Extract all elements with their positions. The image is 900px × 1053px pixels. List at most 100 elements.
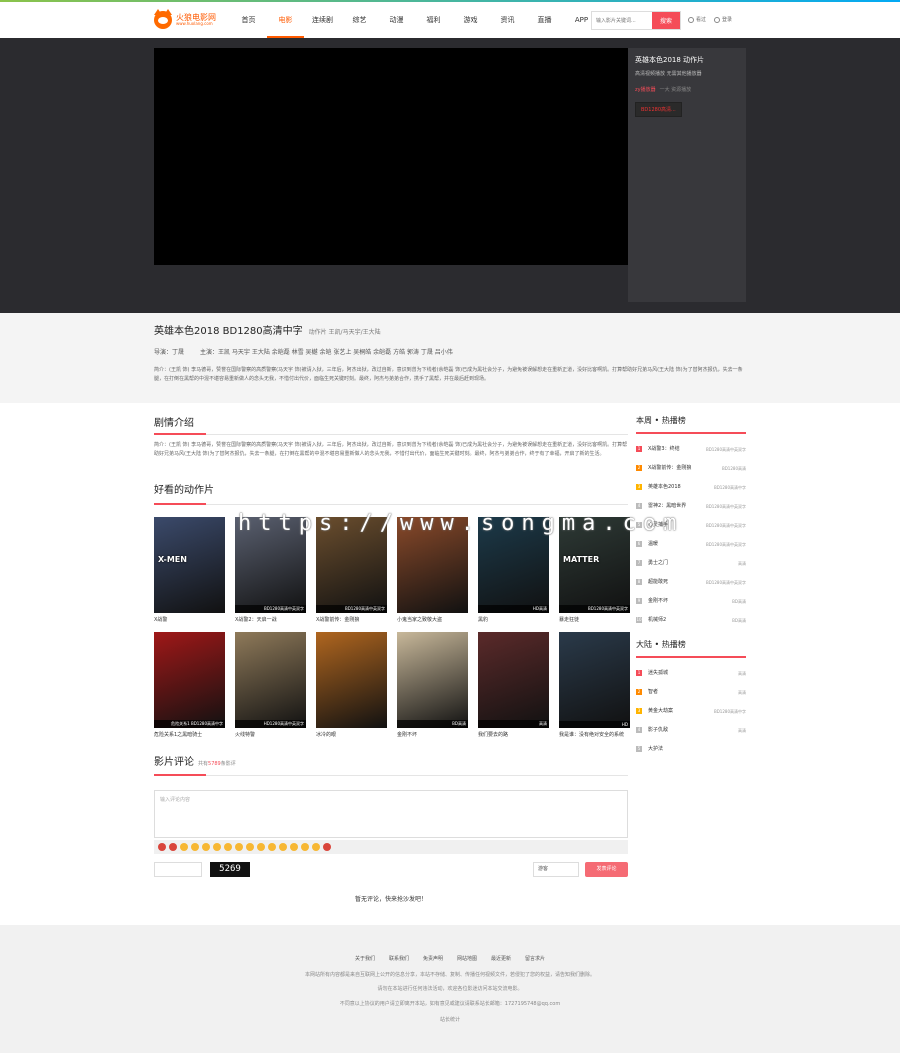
submit-comment-button[interactable]: 发表评论 [585,862,628,877]
rank-item[interactable]: 9 金刚不坏 BD高清 [636,592,746,611]
rank-title[interactable]: 超能敢死 [648,573,706,592]
rank-item[interactable]: 2 智者 高清 [636,683,746,702]
footer-link[interactable]: 联系我们 [389,956,409,962]
rank-title[interactable]: 金刚不坏 [648,592,732,611]
movie-name[interactable]: 危险关系1之黑暗骑士 [154,731,225,738]
rank-item[interactable]: 3 黄金大劫案 BD1280高清中字 [636,702,746,721]
rank-item[interactable]: 5 大护法 [636,740,746,759]
rank-title[interactable]: 英雄本色2018 [648,478,714,497]
movie-name[interactable]: 火线特警 [235,731,306,738]
nav-news[interactable]: 资讯 [489,2,526,38]
emoji-icon[interactable] [312,843,320,851]
rank-item[interactable]: 5 心灵捕手 BD1280高清中英双字 [636,516,746,535]
captcha-image[interactable]: 5269 [210,862,250,877]
nav-variety[interactable]: 综艺 [341,2,378,38]
rank-title[interactable]: X战警前传：金刚狼 [648,459,722,478]
emoji-icon[interactable] [290,843,298,851]
movie-name[interactable]: 金刚不坏 [397,731,468,738]
movie-name[interactable]: 小鬼当家之致敬大盗 [397,616,468,623]
rank-item[interactable]: 10 机械师2 BD高清 [636,611,746,630]
rank-item[interactable]: 2 X战警前传：金刚狼 BD1280高清 [636,459,746,478]
movie-poster[interactable]: 高清 [478,632,549,728]
rank-title[interactable]: 大护法 [648,740,746,759]
emoji-icon[interactable] [202,843,210,851]
emoji-icon[interactable] [257,843,265,851]
footer-link[interactable]: 最近更新 [491,956,511,962]
search-input[interactable] [592,12,652,29]
history-link[interactable]: 看过 [688,16,706,23]
rank-title[interactable]: 影子仇敌 [648,721,738,740]
rank-item[interactable]: 4 雷神2：黑暗世界 BD1280高清中英双字 [636,497,746,516]
movie-poster[interactable]: HD1280高清中英双字 [235,632,306,728]
emoji-icon[interactable] [279,843,287,851]
emoji-icon[interactable] [169,843,177,851]
guest-name-field[interactable]: 游客 [533,862,579,877]
rank-item[interactable]: 1 X战警3：终结 BD1280高清中英双字 [636,440,746,459]
site-logo[interactable]: 火狼电影网 www.huolang.com [154,9,216,29]
movie-poster[interactable]: X-MEN [154,517,225,613]
nav-live[interactable]: 直播 [526,2,563,38]
nav-home[interactable]: 首页 [230,2,267,38]
emoji-icon[interactable] [268,843,276,851]
rank-item[interactable]: 4 影子仇敌 高清 [636,721,746,740]
movie-name[interactable]: X战警2：天启一战 [235,616,306,623]
footer-link[interactable]: 关于我们 [355,956,375,962]
rank-title[interactable]: 雷神2：黑暗世界 [648,497,706,516]
emoji-icon[interactable] [180,843,188,851]
rank-title[interactable]: 黄金大劫案 [648,702,714,721]
movie-poster[interactable]: BD高清 [397,632,468,728]
emoji-icon[interactable] [191,843,199,851]
episode-button[interactable]: BD1280高清... [635,102,682,117]
movie-card[interactable]: 冰冷的眼 [316,632,387,747]
movie-name[interactable]: 暴走狂徒 [559,616,630,623]
emoji-icon[interactable] [213,843,221,851]
movie-card[interactable]: HD 我是谁：没有绝对安全的系统 [559,632,630,747]
rank-title[interactable]: X战警3：终结 [648,440,706,459]
movie-name[interactable]: X战警 [154,616,225,623]
emoji-icon[interactable] [158,843,166,851]
nav-movies[interactable]: 电影 [267,2,304,38]
footer-link[interactable]: 免责声明 [423,956,443,962]
movie-poster[interactable]: HD [559,632,630,728]
nav-games[interactable]: 游戏 [452,2,489,38]
login-link[interactable]: 登录 [714,16,732,23]
rank-title[interactable]: 勇士之门 [648,554,738,573]
movie-card[interactable]: X-MEN X战警 [154,517,225,632]
movie-name[interactable]: 黑豹 [478,616,549,623]
rank-item[interactable]: 6 温暖 BD1280高清中英双字 [636,535,746,554]
nav-series[interactable]: 连续剧 [304,2,341,38]
footer-link[interactable]: 留言求片 [525,956,545,962]
rank-title[interactable]: 温暖 [648,535,706,554]
comment-textarea[interactable]: 输入评论内容 [154,790,628,838]
movie-card[interactable]: 高清 我们要去的路 [478,632,549,747]
movie-poster[interactable]: 危险关系1 BD1280高清中字 [154,632,225,728]
captcha-input[interactable] [154,862,202,877]
video-player[interactable] [154,48,628,265]
rank-item[interactable]: 3 英雄本色2018 BD1280高清中字 [636,478,746,497]
emoji-icon[interactable] [246,843,254,851]
rank-title[interactable]: 心灵捕手 [648,516,706,535]
rank-item[interactable]: 8 超能敢死 BD1280高清中英双字 [636,573,746,592]
emoji-icon[interactable] [235,843,243,851]
movie-poster[interactable] [316,632,387,728]
movie-card[interactable]: BD高清金刚不坏 [397,632,468,747]
movie-name[interactable]: X战警前传：金刚狼 [316,616,387,623]
search-button[interactable]: 搜索 [652,12,680,29]
emoji-icon[interactable] [323,843,331,851]
rank-title[interactable]: 智者 [648,683,738,702]
movie-name[interactable]: 我是谁：没有绝对安全的系统 [559,731,630,738]
movie-name[interactable]: 冰冷的眼 [316,731,387,738]
movie-name[interactable]: 我们要去的路 [478,731,549,738]
rank-title[interactable]: 机械师2 [648,611,732,630]
rank-item[interactable]: 7 勇士之门 高清 [636,554,746,573]
play-source[interactable]: zy播放器 一大 资源播放 [635,86,739,93]
movie-card[interactable]: HD1280高清中英双字火线特警 [235,632,306,747]
rank-title[interactable]: 迷失孤城 [648,664,738,683]
movie-card[interactable]: 危险关系1 BD1280高清中字危险关系1之黑暗骑士 [154,632,225,747]
rank-item[interactable]: 1 迷失孤城 高清 [636,664,746,683]
nav-welfare[interactable]: 福利 [415,2,452,38]
footer-link[interactable]: 网站地图 [457,956,477,962]
emoji-icon[interactable] [224,843,232,851]
emoji-icon[interactable] [301,843,309,851]
nav-anime[interactable]: 动漫 [378,2,415,38]
